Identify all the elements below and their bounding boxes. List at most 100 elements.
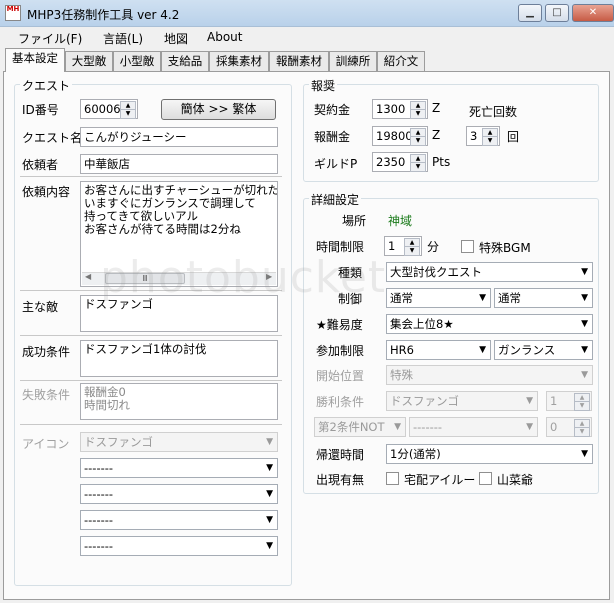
difficulty-select[interactable]: 集会上位8★ ▼ <box>386 314 593 334</box>
icon-select-4-value: ------- <box>84 513 114 527</box>
appearance-label: 出現有無 <box>316 473 365 487</box>
tab-small-monsters[interactable]: 小型敵 <box>113 51 161 71</box>
separator <box>20 176 282 177</box>
weapon-select[interactable]: ガンランス ▼ <box>494 340 593 360</box>
chevron-down-icon: ▼ <box>266 541 273 551</box>
content-label: 依頼内容 <box>22 185 71 199</box>
icon-select-3[interactable]: ------- ▼ <box>80 484 278 504</box>
client-field[interactable]: 中華飯店 <box>80 154 278 174</box>
chevron-down-icon: ▼ <box>581 345 588 355</box>
death-count-value: 3 <box>470 129 478 143</box>
spin-down-icon[interactable]: ▼ <box>120 109 136 119</box>
hunter-rank-select[interactable]: HR6 ▼ <box>386 340 491 360</box>
guild-points-value: 2350 <box>376 155 406 169</box>
place-value: 神域 <box>388 214 413 228</box>
icon-select-2-value: ------- <box>84 461 114 475</box>
reward-money-spinner[interactable]: 19800 ▲ ▼ <box>372 126 428 146</box>
second-count-spinner: 0 ▲ ▼ <box>546 417 592 437</box>
spin-down-icon[interactable]: ▼ <box>404 246 420 256</box>
tab-supplies[interactable]: 支給品 <box>161 51 209 71</box>
tab-introduction[interactable]: 紹介文 <box>377 51 425 71</box>
special-bgm-checkbox[interactable] <box>461 240 474 253</box>
spin-down-icon[interactable]: ▼ <box>410 136 426 146</box>
icon-label: アイコン <box>22 437 70 451</box>
chevron-down-icon: ▼ <box>526 396 533 406</box>
guild-points-label: ギルドP <box>314 157 358 171</box>
return-time-select[interactable]: 1分(通常) ▼ <box>386 444 593 464</box>
icon-select-1[interactable]: ドスファンゴ ▼ <box>80 432 278 452</box>
weapon-select-value: ガンランス <box>498 343 556 357</box>
death-unit: 回 <box>507 130 520 144</box>
failure-field: 報酬金0 時間切れ <box>80 383 278 420</box>
chevron-down-icon: ▼ <box>526 422 533 432</box>
icon-select-1-value: ドスファンゴ <box>84 435 153 449</box>
id-spinner[interactable]: 60006 ▲ ▼ <box>80 99 138 119</box>
id-value: 60006 <box>84 102 121 116</box>
difficulty-label: ★難易度 <box>316 318 363 332</box>
icon-select-3-value: ------- <box>84 487 114 501</box>
app-icon: MH <box>5 5 21 21</box>
spin-down-icon: ▼ <box>574 401 590 411</box>
success-label: 成功条件 <box>22 345 71 359</box>
guild-points-spinner[interactable]: 2350 ▲ ▼ <box>372 152 428 172</box>
time-limit-spinner[interactable]: 1 ▲ ▼ <box>384 236 422 256</box>
scroll-left-icon[interactable]: ◀ <box>85 272 91 281</box>
second-target-select: ------- ▼ <box>409 417 538 437</box>
contract-spinner[interactable]: 1300 ▲ ▼ <box>372 99 428 119</box>
control-select-1-value: 通常 <box>390 291 413 305</box>
convert-button[interactable]: 簡体 >> 繁体 <box>161 99 276 120</box>
chevron-down-icon: ▼ <box>266 437 273 447</box>
icon-select-2[interactable]: ------- ▼ <box>80 458 278 478</box>
chevron-down-icon: ▼ <box>266 489 273 499</box>
id-label: ID番号 <box>22 103 59 117</box>
icon-select-5[interactable]: ------- ▼ <box>80 536 278 556</box>
wild-veggie-elder-checkbox[interactable] <box>479 472 492 485</box>
tab-basic-settings[interactable]: 基本設定 <box>5 48 65 72</box>
contract-value: 1300 <box>376 102 406 116</box>
control-select-2[interactable]: 通常 ▼ <box>494 288 593 308</box>
client-label: 依頼者 <box>22 158 59 172</box>
reward-money-label: 報酬金 <box>314 130 351 144</box>
start-position-label: 開始位置 <box>316 369 365 383</box>
second-condition-select: 第2条件NOT ▼ <box>314 417 406 437</box>
second-target-select-value: ------- <box>413 420 443 434</box>
maximize-button[interactable]: □ <box>545 4 569 22</box>
tab-gathering-materials[interactable]: 採集素材 <box>209 51 269 71</box>
chevron-down-icon: ▼ <box>394 422 401 432</box>
spin-down-icon[interactable]: ▼ <box>482 136 498 146</box>
tab-large-monsters[interactable]: 大型敵 <box>65 51 113 71</box>
spin-down-icon[interactable]: ▼ <box>410 162 426 172</box>
window-title: MHP3任務制作工具 ver 4.2 <box>27 8 180 22</box>
special-bgm-label: 特殊BGM <box>479 241 531 255</box>
success-field[interactable]: ドスファンゴ1体の討伐 <box>80 340 278 377</box>
quest-name-field[interactable]: こんがりジューシー <box>80 127 278 147</box>
spin-down-icon: ▼ <box>574 427 590 437</box>
spin-down-icon[interactable]: ▼ <box>410 109 426 119</box>
failure-label: 失敗条件 <box>22 388 71 402</box>
type-select[interactable]: 大型討伐クエスト ▼ <box>386 262 593 282</box>
quest-name-label: クエスト名 <box>22 131 83 145</box>
chevron-down-icon: ▼ <box>581 319 588 329</box>
menu-file[interactable]: ファイル(F) <box>18 30 82 47</box>
difficulty-select-value: 集会上位8★ <box>390 317 454 331</box>
menu-language[interactable]: 言語(L) <box>103 30 143 47</box>
death-count-spinner[interactable]: 3 ▲ ▼ <box>466 126 500 146</box>
start-position-select: 特殊 ▼ <box>386 365 593 385</box>
icon-select-4[interactable]: ------- ▼ <box>80 510 278 530</box>
menu-map[interactable]: 地図 <box>164 30 188 47</box>
win-condition-label: 勝利条件 <box>316 395 365 409</box>
delivery-felyne-checkbox[interactable] <box>386 472 399 485</box>
hunter-rank-select-value: HR6 <box>390 343 414 357</box>
close-button[interactable]: ✕ <box>572 4 614 22</box>
tab-reward-materials[interactable]: 報酬素材 <box>269 51 329 71</box>
type-select-value: 大型討伐クエスト <box>390 265 482 279</box>
tab-training[interactable]: 訓練所 <box>329 51 377 71</box>
main-enemy-label: 主な敵 <box>22 300 59 314</box>
menu-about[interactable]: About <box>207 30 242 44</box>
contract-unit: Z <box>432 101 441 115</box>
chevron-down-icon: ▼ <box>581 449 588 459</box>
guild-points-unit: Pts <box>432 155 451 169</box>
second-condition-select-value: 第2条件NOT <box>318 420 385 434</box>
minimize-button[interactable]: ▁ <box>518 4 542 22</box>
control-select-1[interactable]: 通常 ▼ <box>386 288 491 308</box>
